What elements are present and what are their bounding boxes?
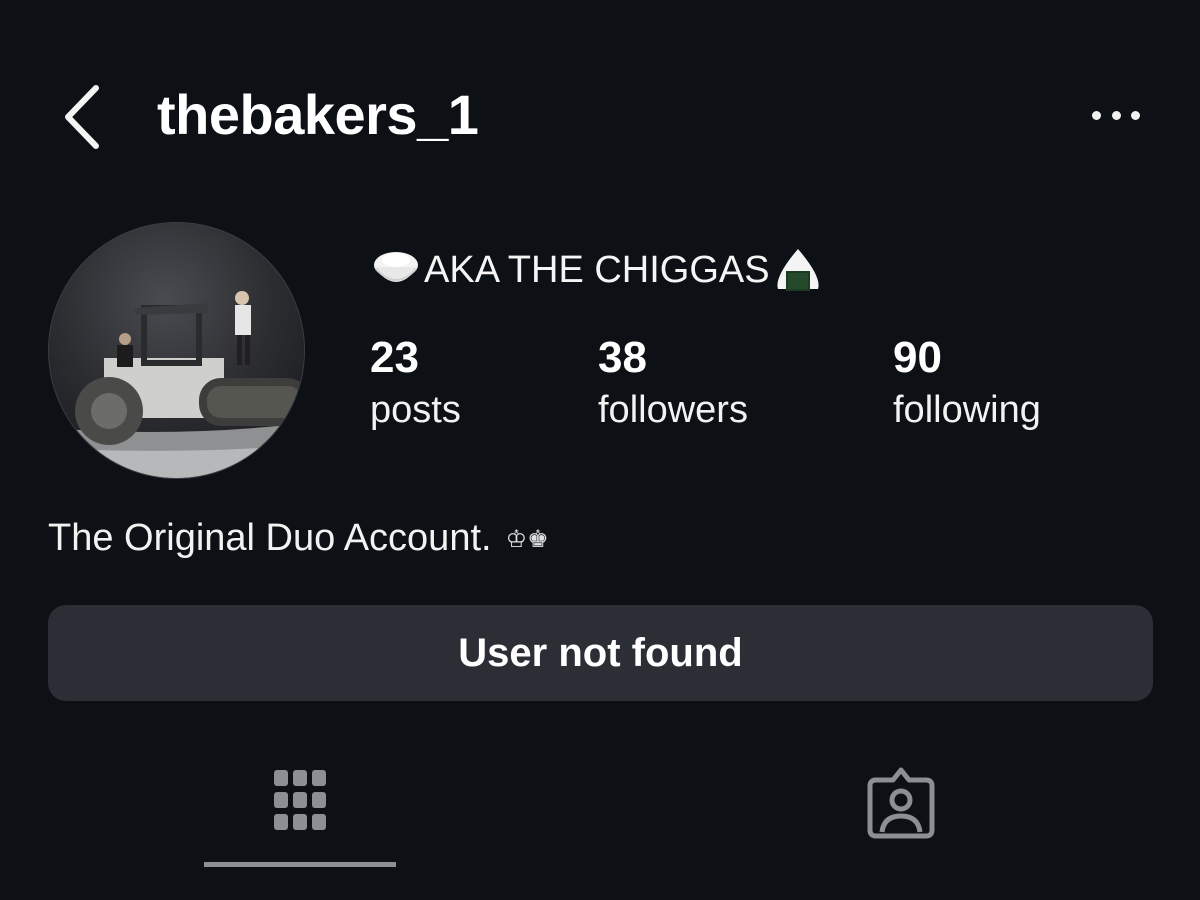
following-label: following (893, 389, 1041, 431)
active-tab-indicator (204, 862, 396, 867)
posts-count: 23 (370, 333, 419, 382)
followers-stat[interactable]: 38 followers (598, 333, 748, 437)
avatar-photo (49, 223, 304, 478)
bio-crown-symbols: ♔♚ (505, 524, 549, 553)
following-stat[interactable]: 90 following (893, 333, 1041, 437)
profile-screen: thebakers_1 AKA THE CHIGGAS 23 posts 38 … (0, 0, 1200, 900)
ellipsis-dot (1131, 110, 1140, 120)
user-not-found-button[interactable]: User not found (48, 605, 1153, 701)
profile-bio: The Original Duo Account. ♔♚ (48, 517, 549, 560)
chevron-left-icon (65, 85, 99, 149)
tab-posts-grid[interactable] (270, 760, 330, 840)
profile-avatar[interactable] (48, 222, 305, 479)
profile-display-name: AKA THE CHIGGAS (370, 247, 824, 293)
display-name-text: AKA THE CHIGGAS (424, 248, 770, 291)
followers-count: 38 (598, 333, 647, 382)
profile-username: thebakers_1 (157, 83, 479, 146)
rice-bowl-emoji-icon (374, 252, 418, 282)
ellipsis-icon (1092, 110, 1101, 120)
bio-text: The Original Duo Account. (48, 517, 492, 559)
ellipsis-dot (1111, 110, 1121, 120)
followers-label: followers (598, 389, 748, 431)
back-button[interactable] (58, 82, 108, 152)
rice-ball-emoji-icon (777, 249, 819, 291)
tab-tagged[interactable] (866, 760, 936, 840)
more-options-button[interactable] (1088, 100, 1144, 130)
following-count: 90 (893, 333, 942, 382)
tagged-person-icon (867, 767, 935, 839)
posts-stat[interactable]: 23 posts (370, 333, 461, 437)
grid-icon (274, 770, 326, 830)
posts-label: posts (370, 389, 461, 431)
